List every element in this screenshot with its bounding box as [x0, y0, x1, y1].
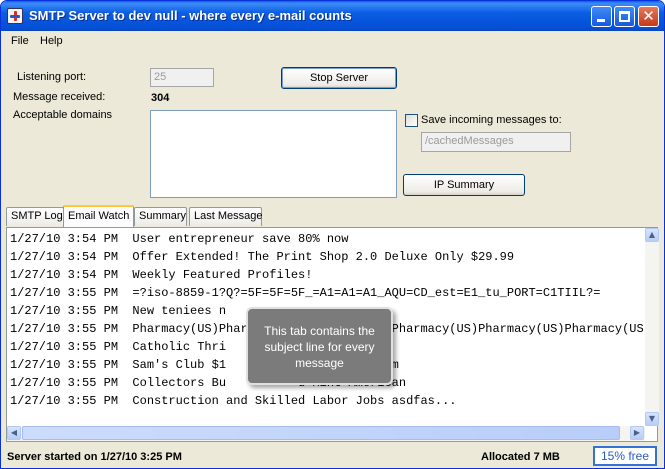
title-bar[interactable]: SMTP Server to dev null - where every e-… — [1, 1, 664, 31]
server-started-status: Server started on 1/27/10 3:25 PM — [7, 451, 182, 463]
minimize-icon — [597, 19, 605, 22]
horizontal-scroll-thumb[interactable] — [22, 426, 620, 440]
close-icon: ✕ — [642, 7, 655, 25]
free-memory-badge[interactable]: 15% free — [593, 446, 657, 466]
scroll-right-arrow-icon[interactable]: ▶ — [630, 426, 644, 440]
tab-summary[interactable]: Summary — [134, 207, 187, 226]
acceptable-domains-label: Acceptable domains — [13, 109, 113, 121]
list-item[interactable]: 1/27/10 3:55 PM Construction and Skilled… — [10, 392, 643, 410]
close-button[interactable]: ✕ — [638, 6, 659, 27]
allocated-memory-status: Allocated 7 MB — [481, 451, 560, 463]
app-icon — [7, 8, 23, 24]
horizontal-scrollbar[interactable]: ◀ ▶ — [7, 426, 645, 441]
message-received-label: Message received: — [13, 91, 106, 103]
ip-summary-button[interactable]: IP Summary — [403, 174, 525, 196]
menu-help[interactable]: Help — [40, 35, 63, 47]
save-messages-checkbox[interactable] — [405, 114, 418, 127]
status-bar: Server started on 1/27/10 3:25 PM Alloca… — [1, 445, 664, 468]
tab-email-watch[interactable]: Email Watch — [63, 205, 134, 227]
tab-last-message[interactable]: Last Message — [189, 207, 262, 226]
save-messages-label: Save incoming messages to: — [421, 114, 562, 126]
app-window: SMTP Server to dev null - where every e-… — [0, 0, 665, 469]
list-item[interactable]: 1/27/10 3:55 PM =?iso-8859-1?Q?=5F=5F=5F… — [10, 284, 643, 302]
list-item[interactable]: 1/27/10 3:54 PM Weekly Featured Profiles… — [10, 266, 643, 284]
scroll-left-arrow-icon[interactable]: ◀ — [7, 426, 21, 440]
listening-port-label: Listening port: — [17, 71, 87, 83]
maximize-icon — [619, 11, 630, 22]
vertical-scrollbar[interactable]: ▲ ▼ — [645, 228, 659, 426]
minimize-button[interactable] — [591, 6, 612, 27]
listening-port-input[interactable]: 25 — [150, 68, 214, 87]
message-received-count: 304 — [151, 92, 170, 104]
maximize-button[interactable] — [614, 6, 635, 27]
window-title: SMTP Server to dev null - where every e-… — [29, 8, 352, 23]
stop-server-label: Stop Server — [309, 72, 369, 84]
menu-bar: File Help — [1, 31, 664, 51]
tab-smtp-log[interactable]: SMTP Log — [6, 207, 64, 226]
scroll-down-arrow-icon[interactable]: ▼ — [645, 412, 659, 426]
list-item[interactable]: 1/27/10 3:54 PM Offer Extended! The Prin… — [10, 248, 643, 266]
ip-summary-label: IP Summary — [433, 179, 495, 191]
tooltip-callout: This tab contains the subject line for e… — [246, 307, 393, 385]
list-item[interactable]: 1/27/10 3:54 PM User entrepreneur save 8… — [10, 230, 643, 248]
stop-server-button[interactable]: Stop Server — [281, 67, 397, 89]
scroll-up-arrow-icon[interactable]: ▲ — [645, 228, 659, 242]
acceptable-domains-textarea[interactable] — [150, 110, 397, 198]
cache-path-input[interactable]: /cachedMessages — [421, 132, 571, 152]
menu-file[interactable]: File — [11, 35, 29, 47]
